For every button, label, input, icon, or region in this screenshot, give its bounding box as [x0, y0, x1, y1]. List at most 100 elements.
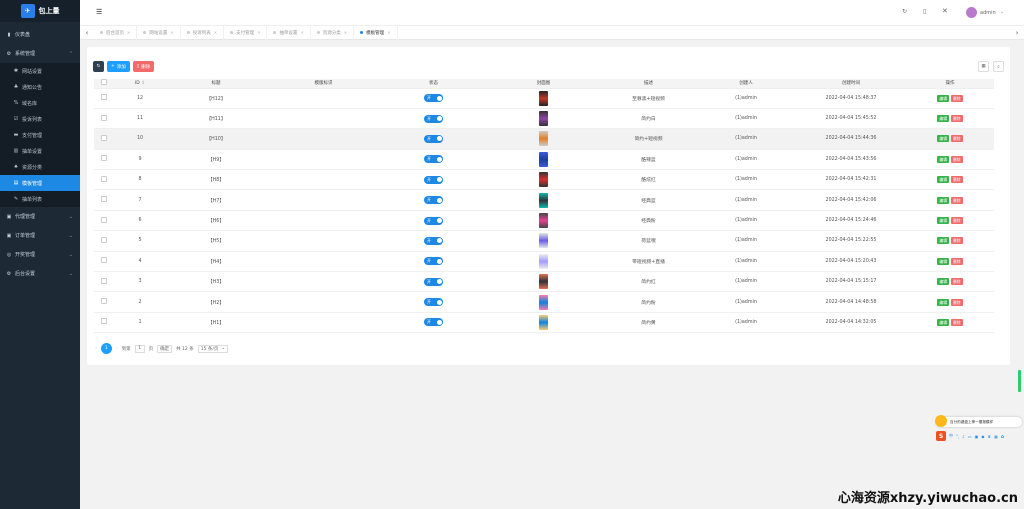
row-select[interactable]: [94, 251, 114, 273]
checkbox[interactable]: [101, 236, 107, 243]
edit-button[interactable]: 编辑: [937, 278, 949, 286]
sidebar-item-payment[interactable]: ▬ 支付管理: [0, 127, 80, 143]
close-icon[interactable]: ✕: [300, 30, 303, 35]
delete-row-button[interactable]: 删除: [951, 155, 963, 163]
page-size-select[interactable]: 15 条/页 ⌄: [197, 344, 229, 353]
columns-button[interactable]: ▦: [978, 61, 989, 72]
row-select[interactable]: [94, 88, 114, 109]
tab-payment[interactable]: 支付管理 ✕: [224, 25, 268, 40]
close-icon[interactable]: ✕: [127, 30, 130, 35]
status-toggle[interactable]: 开: [424, 257, 443, 266]
user-name[interactable]: admin: [980, 10, 996, 16]
status-toggle[interactable]: 开: [424, 114, 443, 123]
row-select[interactable]: [94, 189, 114, 211]
row-select[interactable]: [94, 271, 114, 293]
cover-thumbnail[interactable]: [539, 172, 548, 188]
checkbox[interactable]: [101, 175, 107, 182]
tab-draw-settings[interactable]: 抽单设置 ✕: [267, 25, 311, 40]
cover-thumbnail[interactable]: [539, 131, 548, 147]
sidebar-item-system[interactable]: ⚙ 系统管理 ⌃: [0, 44, 80, 63]
edit-button[interactable]: 编辑: [937, 237, 949, 245]
tabs-next-icon[interactable]: ›: [1010, 29, 1024, 37]
delete-button[interactable]: ▯ 删除: [132, 61, 155, 72]
sidebar-item-notices[interactable]: ♣ 通知公告: [0, 79, 80, 95]
tab-templates[interactable]: 模板管理 ✕: [354, 25, 398, 40]
edit-button[interactable]: 编辑: [937, 217, 949, 225]
sidebar-item-draw-list[interactable]: ✎ 抽单列表: [0, 191, 80, 207]
close-icon[interactable]: ✕: [214, 30, 217, 35]
delete-row-button[interactable]: 删除: [951, 94, 963, 102]
delete-row-button[interactable]: 删除: [951, 298, 963, 306]
row-select[interactable]: [94, 108, 114, 130]
row-select[interactable]: [94, 230, 114, 252]
ime-shirt-icon[interactable]: ♛: [987, 434, 991, 439]
row-select[interactable]: [94, 312, 114, 334]
ime-tip[interactable]: 百分的键盘上神一樱报模样: [936, 417, 1022, 427]
ime-menu-icon[interactable]: ▦: [994, 434, 998, 439]
ime-keyboard-icon[interactable]: ▭: [968, 434, 972, 439]
refresh-button[interactable]: ↻: [93, 61, 104, 72]
edit-button[interactable]: 编辑: [937, 318, 949, 326]
status-toggle[interactable]: 开: [424, 298, 443, 307]
tab-home[interactable]: 后台首页 ✕: [94, 25, 138, 40]
sidebar-item-draw-settings[interactable]: ▥ 抽单设置: [0, 143, 80, 159]
goto-page-input[interactable]: 1: [134, 344, 145, 353]
header-select-all[interactable]: [94, 79, 114, 89]
checkbox[interactable]: [101, 298, 107, 305]
checkbox[interactable]: [101, 196, 107, 203]
row-select[interactable]: [94, 291, 114, 313]
status-toggle[interactable]: 开: [424, 155, 443, 164]
close-icon[interactable]: ✕: [170, 30, 173, 35]
delete-row-button[interactable]: 删除: [951, 257, 963, 265]
sidebar-item-resource-category[interactable]: ♠ 资源分类: [0, 159, 80, 175]
checkbox[interactable]: [101, 277, 107, 284]
add-button[interactable]: + 添加: [107, 61, 130, 72]
edit-button[interactable]: 编辑: [937, 135, 949, 143]
status-toggle[interactable]: 开: [424, 236, 443, 245]
sidebar-item-domains[interactable]: % 域名库: [0, 95, 80, 111]
sidebar-item-dashboard[interactable]: ▮ 仪表盘: [0, 25, 80, 44]
delete-row-button[interactable]: 删除: [951, 318, 963, 326]
goto-confirm-button[interactable]: 确定: [157, 344, 173, 353]
row-select[interactable]: [94, 128, 114, 150]
checkbox[interactable]: [101, 134, 107, 141]
checkbox[interactable]: [101, 155, 107, 162]
menu-toggle-icon[interactable]: ☰: [96, 8, 102, 16]
next-page-icon[interactable]: ›: [116, 346, 118, 351]
checkbox[interactable]: [101, 114, 107, 121]
sort-icon[interactable]: ⇕: [141, 81, 145, 86]
status-toggle[interactable]: 开: [424, 196, 443, 205]
status-toggle[interactable]: 开: [424, 94, 443, 103]
edit-button[interactable]: 编辑: [937, 257, 949, 265]
fullscreen-icon[interactable]: ✕: [942, 7, 948, 15]
edit-button[interactable]: 编辑: [937, 155, 949, 163]
cover-thumbnail[interactable]: [539, 294, 548, 310]
close-icon[interactable]: ✕: [257, 30, 260, 35]
avatar[interactable]: [966, 7, 977, 18]
cover-thumbnail[interactable]: [539, 90, 548, 106]
clear-icon[interactable]: ▯: [923, 8, 926, 15]
cover-thumbnail[interactable]: [539, 233, 548, 249]
cover-thumbnail[interactable]: [539, 192, 548, 208]
row-select[interactable]: [94, 169, 114, 191]
ime-gift-icon[interactable]: ◆: [981, 434, 984, 439]
ime-lang-icon[interactable]: 中: [949, 433, 953, 439]
close-icon[interactable]: ✕: [387, 30, 390, 35]
checkbox[interactable]: [101, 94, 107, 101]
sidebar-item-templates[interactable]: ▤ 模板管理: [0, 175, 80, 191]
scrollbar[interactable]: [1018, 370, 1021, 392]
tab-resource-category[interactable]: 资源分类 ✕: [311, 25, 355, 40]
sogou-logo[interactable]: S: [936, 431, 946, 441]
header-id[interactable]: ID ⇕: [114, 79, 166, 89]
sidebar-item-agents[interactable]: ▣ 代理管理 ⌄: [0, 207, 80, 226]
search-button[interactable]: ⌕: [993, 61, 1004, 72]
cover-thumbnail[interactable]: [539, 314, 548, 330]
cover-thumbnail[interactable]: [539, 274, 548, 290]
sidebar-item-complaints[interactable]: ☑ 投诉列表: [0, 111, 80, 127]
refresh-icon[interactable]: ↻: [902, 8, 907, 15]
cover-thumbnail[interactable]: [539, 253, 548, 269]
page-current[interactable]: 1: [100, 343, 112, 354]
delete-row-button[interactable]: 删除: [951, 217, 963, 225]
status-toggle[interactable]: 开: [424, 175, 443, 184]
checkbox[interactable]: [101, 216, 107, 223]
